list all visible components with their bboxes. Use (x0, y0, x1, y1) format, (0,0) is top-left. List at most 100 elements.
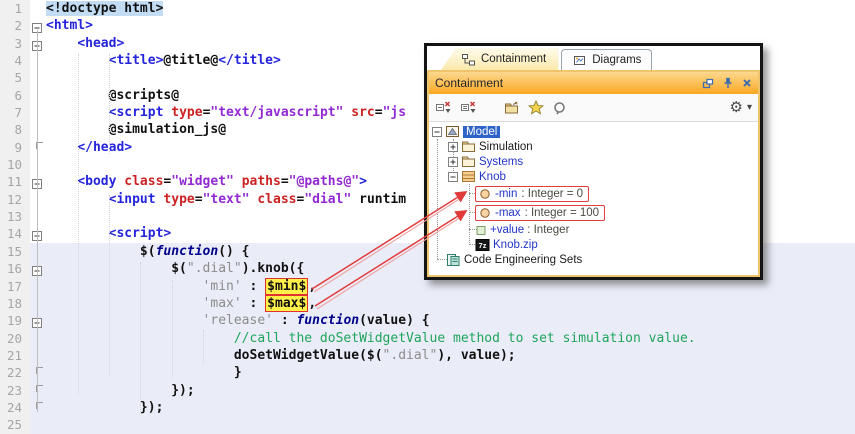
open-in-new-tree-icon[interactable] (503, 101, 520, 115)
tree-item-value-property[interactable]: +value : Integer (429, 222, 758, 237)
pin-icon[interactable] (723, 77, 733, 89)
line-number: 7 (0, 104, 30, 122)
code-text: 'max' : $max$, (44, 294, 855, 313)
fold-gutter-cell (30, 104, 44, 121)
code-line-17[interactable]: 17 'min' : $min$, (0, 277, 855, 295)
close-icon[interactable] (742, 78, 752, 88)
code-token: class (124, 174, 164, 190)
code-line-19[interactable]: 19 'release' : function(value) { (0, 312, 855, 330)
fold-gutter-cell (30, 0, 44, 17)
code-line-23[interactable]: 23 }); (0, 381, 855, 399)
code-token: , (308, 295, 317, 311)
code-text: //call the doSetWidgetValue method to se… (44, 329, 855, 347)
line-number: 21 (0, 346, 30, 365)
tree-item-max-property[interactable]: -max : Integer = 100 (429, 203, 758, 222)
line-number: 12 (0, 190, 30, 209)
fold-gutter-cell[interactable] (30, 260, 44, 278)
line-number: 16 (0, 260, 30, 278)
code-token: <script (108, 105, 164, 121)
fold-gutter-cell[interactable] (30, 17, 44, 34)
code-token: paths (241, 174, 281, 190)
expand-minus[interactable] (448, 171, 458, 182)
tree-item-knob-zip[interactable]: 7z Knob.zip (429, 237, 758, 252)
code-token: ).knob({ (241, 261, 305, 277)
tree-item-label: +value (490, 223, 525, 236)
tab-diagrams[interactable]: Diagrams (561, 49, 653, 70)
line-number: 9 (0, 138, 30, 157)
favorites-star-icon[interactable] (528, 100, 544, 115)
expand-minus[interactable] (432, 126, 442, 137)
fold-gutter-cell (30, 329, 44, 347)
code-text: doSetWidgetValue($(".dial"), value); (44, 346, 855, 365)
line-number: 8 (0, 121, 30, 139)
dropdown-caret-icon[interactable]: ▾ (747, 102, 752, 113)
line-number: 14 (0, 225, 30, 243)
line-number: 10 (0, 156, 30, 174)
code-token: = (280, 174, 289, 190)
tree-item-min-property[interactable]: -min : Integer = 0 (429, 184, 758, 203)
gear-icon[interactable]: ⚙ (730, 100, 743, 115)
annotation-highlight-box: -max : Integer = 100 (475, 204, 606, 221)
fold-gutter-cell[interactable] (30, 173, 44, 190)
tree-item-simulation[interactable]: Simulation (429, 139, 758, 154)
code-token: function (155, 243, 219, 259)
code-text: <html> (44, 17, 855, 34)
fold-gutter-cell[interactable] (30, 35, 44, 52)
property-icon (479, 207, 491, 219)
code-line-1[interactable]: 1 <!doctype html> (0, 0, 855, 18)
code-line-24[interactable]: 24 }); (0, 398, 855, 417)
tree-item-knob[interactable]: Knob (429, 169, 758, 184)
tree-item-label: -min (495, 187, 518, 200)
containment-icon (461, 53, 476, 66)
fold-gutter-cell[interactable] (30, 225, 44, 242)
fold-gutter-cell (30, 346, 44, 365)
expand-plus[interactable] (448, 141, 458, 152)
code-token: @title@ (163, 53, 219, 69)
fold-gutter-cell (30, 277, 44, 295)
panel-tab-bar: Containment Diagrams (427, 46, 760, 70)
code-token: : (241, 278, 266, 294)
code-text: 'release' : function(value) { (44, 312, 855, 330)
expand-plus[interactable] (448, 156, 458, 167)
panel-toolbar: ⚙ ▾ (429, 94, 758, 122)
tree-item-systems[interactable]: Systems (429, 154, 758, 169)
code-token: <title> (108, 53, 164, 69)
collapse-all-icon[interactable] (435, 100, 452, 115)
code-token: : (241, 295, 266, 311)
code-token: "js (382, 105, 407, 121)
code-token: (value) { (359, 313, 430, 329)
diagrams-icon (572, 54, 587, 67)
code-line-2[interactable]: 2 <html> (0, 17, 855, 35)
code-line-25[interactable]: 25 (0, 416, 855, 434)
property-icon (479, 188, 491, 200)
float-window-icon[interactable] (702, 78, 714, 89)
code-token: ".dial" (382, 347, 438, 363)
code-line-20[interactable]: 20 //call the doSetWidgetValue method to… (0, 329, 855, 347)
code-line-22[interactable]: 22 } (0, 364, 855, 382)
code-token: "dial" (304, 191, 352, 207)
fold-gutter-cell (30, 294, 44, 313)
code-token: <head> (77, 35, 125, 51)
code-line-21[interactable]: 21 doSetWidgetValue($(".dial"), value); (0, 346, 855, 365)
line-number: 23 (0, 381, 30, 399)
tree-item-model[interactable]: Model (429, 124, 758, 139)
code-line-18[interactable]: 18 'max' : $max$, (0, 294, 855, 313)
folder-icon (461, 155, 476, 168)
collapse-selected-icon[interactable] (460, 100, 477, 115)
fold-gutter-cell (30, 398, 44, 417)
tab-containment[interactable]: Containment (441, 48, 559, 70)
code-token: } (46, 365, 242, 381)
quick-search-icon[interactable] (552, 101, 567, 115)
fold-gutter-cell (30, 416, 44, 434)
code-token: $( (46, 243, 156, 259)
line-number: 17 (0, 277, 30, 295)
fold-gutter-cell[interactable] (30, 312, 44, 330)
tree-item-code-engineering-sets[interactable]: Code Engineering Sets (429, 252, 758, 267)
